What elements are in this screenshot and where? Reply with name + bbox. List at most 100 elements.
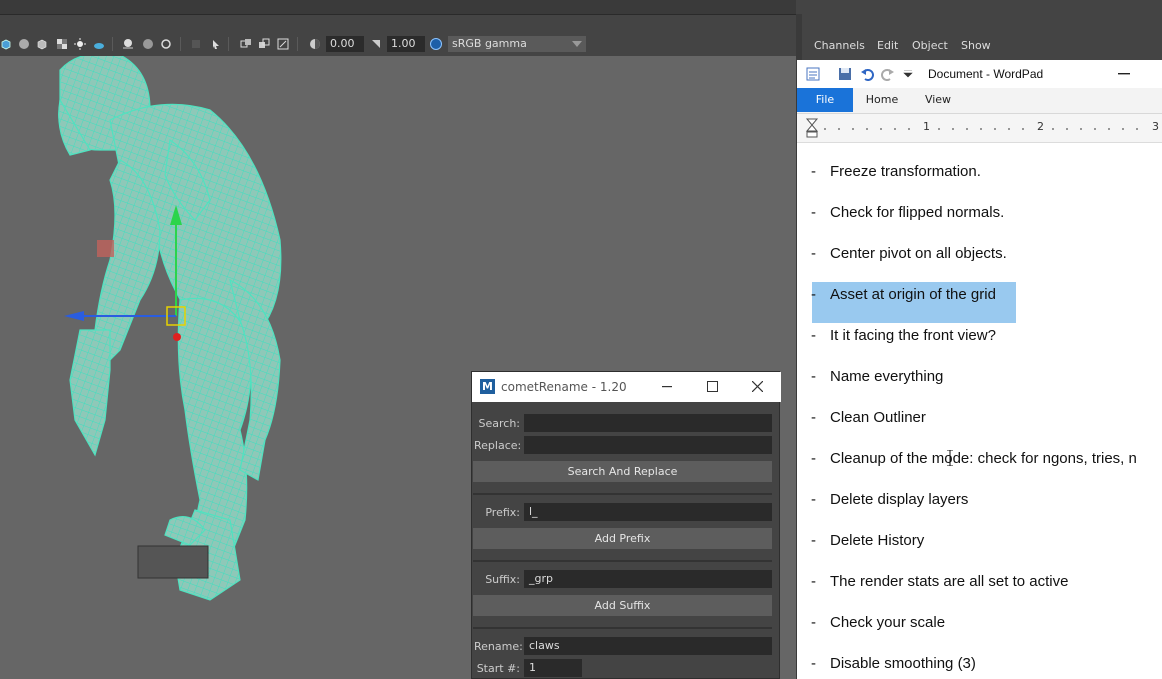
list-dash: -: [811, 614, 816, 631]
redo-icon[interactable]: [881, 67, 895, 81]
prefix-input[interactable]: l_: [524, 503, 772, 521]
ruler-mark-1: 1: [923, 120, 930, 133]
list-dash: -: [811, 491, 816, 508]
save-icon[interactable]: [838, 67, 852, 81]
toolbar-separator: [112, 37, 113, 51]
xray-icon[interactable]: [240, 38, 252, 50]
motion-blur-icon[interactable]: [160, 38, 172, 50]
list-dash: -: [811, 245, 816, 262]
replace-input[interactable]: [524, 436, 772, 454]
wordpad-app-icon: [806, 67, 820, 81]
list-item-text: Cleanup of the mode: check for ngons, tr…: [830, 450, 1137, 467]
search-and-replace-button[interactable]: Search And Replace: [473, 461, 772, 482]
replace-label: Replace:: [474, 439, 522, 452]
start-number-label: Start #:: [476, 662, 520, 675]
rename-label: Rename:: [474, 640, 523, 653]
section-divider: [473, 560, 772, 562]
exposure-icon[interactable]: [309, 38, 321, 50]
text-cursor-icon: [947, 450, 953, 466]
undo-icon[interactable]: [860, 67, 874, 81]
maya-top-strip: [0, 0, 796, 15]
wordpad-ruler[interactable]: 1 2 3: [797, 114, 1162, 143]
quick-access-dropdown-icon[interactable]: [903, 70, 913, 78]
list-dash: -: [811, 368, 816, 385]
cube-wireframe-icon[interactable]: [0, 38, 12, 50]
viewport-toolbar: 0.00 1.00 sRGB gamma: [0, 32, 796, 56]
checker-icon[interactable]: [56, 38, 68, 50]
toolbar-separator: [297, 37, 298, 51]
maximize-icon[interactable]: [707, 381, 718, 392]
wordpad-titlebar: Document - WordPad: [797, 60, 1162, 88]
wordpad-document[interactable]: - Freeze transformation. - Check for flipp…: [797, 143, 1162, 679]
color-management-icon[interactable]: [430, 38, 442, 50]
section-divider: [473, 627, 772, 629]
smooth-shade-icon[interactable]: [18, 38, 30, 50]
list-item-text: Check for flipped normals.: [830, 204, 1005, 221]
comet-title: cometRename - 1.20: [501, 380, 627, 394]
tab-view[interactable]: View: [915, 88, 961, 112]
list-dash: -: [811, 450, 816, 467]
wordpad-window: Document - WordPad File Home View 1 2 3 …: [797, 60, 1162, 679]
start-number-input[interactable]: 1: [524, 659, 582, 677]
list-item-text: Center pivot on all objects.: [830, 245, 1007, 262]
tab-home[interactable]: Home: [859, 88, 905, 112]
list-item-text: Clean Outliner: [830, 409, 926, 426]
list-item-text: Freeze transformation.: [830, 163, 981, 180]
menu-channels[interactable]: Channels: [814, 39, 865, 52]
list-dash: -: [811, 163, 816, 180]
list-dash: -: [811, 327, 816, 344]
list-item-text: Disable smoothing (3): [830, 655, 976, 672]
prefix-label: Prefix:: [485, 506, 520, 519]
list-item-text: The render stats are all set to active: [830, 573, 1069, 590]
chevron-down-icon: [572, 41, 582, 47]
wordpad-ribbon-tabs: File Home View: [797, 88, 1162, 114]
suffix-input[interactable]: _grp: [524, 570, 772, 588]
menu-object[interactable]: Object: [912, 39, 948, 52]
tab-file[interactable]: File: [797, 88, 853, 112]
list-item-text: Delete History: [830, 532, 925, 549]
ruler-mark-3: 3: [1152, 120, 1159, 133]
list-item-text: Delete display layers: [830, 491, 969, 508]
xray-joints-icon[interactable]: [258, 38, 270, 50]
add-suffix-button[interactable]: Add Suffix: [473, 595, 772, 616]
minimize-icon[interactable]: [1118, 73, 1130, 75]
rename-input[interactable]: claws: [524, 637, 772, 655]
close-icon[interactable]: [752, 381, 763, 392]
list-item-text: Check your scale: [830, 614, 946, 631]
section-divider: [473, 493, 772, 495]
ruler-ticks: [824, 128, 1138, 130]
gamma-field[interactable]: 1.00: [387, 36, 425, 52]
minimize-icon[interactable]: [662, 386, 672, 388]
wordpad-title: Document - WordPad: [928, 67, 1044, 81]
comet-rename-window: M cometRename - 1.20 Search: Replace: Se…: [471, 371, 781, 679]
color-space-label: sRGB gamma: [452, 37, 527, 50]
indent-marker-icon[interactable]: [805, 118, 819, 138]
resolution-gate-icon[interactable]: [277, 38, 289, 50]
exposure-field[interactable]: 0.00: [326, 36, 364, 52]
list-dash: -: [811, 204, 816, 221]
lights-icon[interactable]: [74, 38, 86, 50]
menu-edit[interactable]: Edit: [877, 39, 898, 52]
list-dash: -: [811, 286, 816, 303]
gamma-icon[interactable]: [370, 38, 382, 50]
comet-titlebar[interactable]: M cometRename - 1.20: [472, 372, 781, 402]
suffix-label: Suffix:: [485, 573, 520, 586]
textured-icon[interactable]: [36, 38, 48, 50]
ambient-occlusion-icon[interactable]: [142, 38, 154, 50]
shadows-icon[interactable]: [93, 38, 105, 50]
maya-logo-icon: M: [480, 379, 495, 394]
list-item-text: It it facing the front view?: [830, 327, 996, 344]
toolbar-separator: [228, 37, 229, 51]
sphere-icon[interactable]: [122, 38, 134, 50]
isolate-select-icon[interactable]: [210, 38, 222, 50]
add-prefix-button[interactable]: Add Prefix: [473, 528, 772, 549]
list-item-text: Name everything: [830, 368, 944, 385]
toolbar-separator: [180, 37, 181, 51]
antialias-icon[interactable]: [190, 38, 202, 50]
menu-show[interactable]: Show: [961, 39, 991, 52]
list-dash: -: [811, 655, 816, 672]
list-dash: -: [811, 532, 816, 549]
color-space-dropdown[interactable]: sRGB gamma: [448, 36, 586, 52]
search-input[interactable]: [524, 414, 772, 432]
ruler-mark-2: 2: [1037, 120, 1044, 133]
